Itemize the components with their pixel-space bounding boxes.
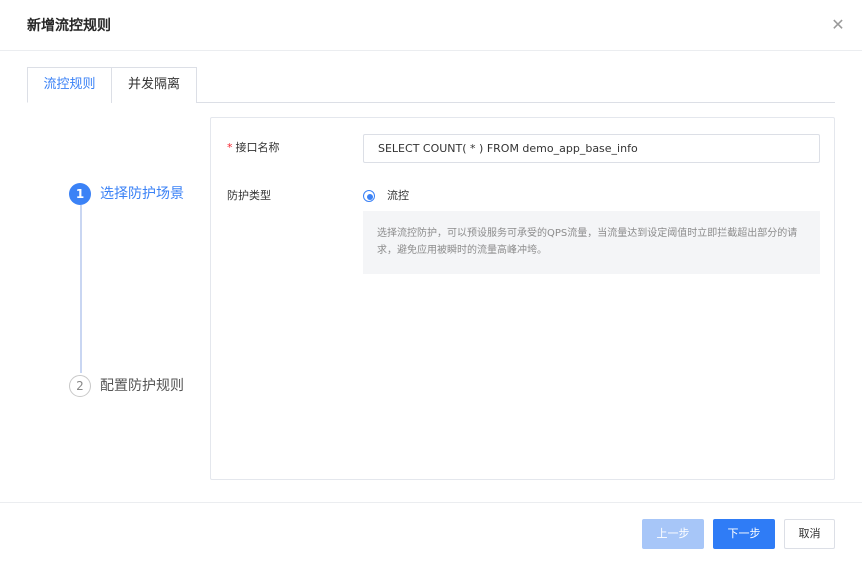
step-label: 配置防护规则 [100, 378, 184, 394]
protection-description: 选择流控防护，可以预设服务可承受的QPS流量，当流量达到设定阈值时立即拦截超出部… [363, 211, 820, 274]
interface-name-input[interactable]: SELECT COUNT( * ) FROM demo_app_base_inf… [363, 134, 820, 163]
close-icon[interactable]: ✕ [830, 16, 846, 34]
step-number-badge: 2 [69, 375, 91, 397]
add-flow-rule-dialog: 新增流控规则 ✕ 流控规则 并发隔离 1 选择防护场景 2 配置防护规则 * 接口… [0, 0, 862, 563]
dialog-title: 新增流控规则 [27, 18, 111, 34]
next-step-button[interactable]: 下一步 [713, 519, 775, 549]
required-mark: * [227, 141, 233, 154]
step-number-badge: 1 [69, 183, 91, 205]
tab-flow-rule[interactable]: 流控规则 [27, 67, 112, 103]
flow-control-radio-label[interactable]: 流控 [387, 189, 409, 203]
flow-control-radio[interactable] [363, 190, 375, 202]
step-connector-line [80, 205, 82, 373]
tab-concurrency-isolation[interactable]: 并发隔离 [111, 67, 197, 103]
interface-name-label: * 接口名称 [227, 141, 280, 154]
dialog-header: 新增流控规则 ✕ [0, 0, 862, 51]
protection-type-label: 防护类型 [227, 189, 271, 202]
dialog-footer: 上一步 下一步 取消 [0, 502, 862, 563]
prev-step-button[interactable]: 上一步 [642, 519, 704, 549]
radio-selected-dot [367, 194, 373, 200]
form-panel: * 接口名称 SELECT COUNT( * ) FROM demo_app_ba… [210, 117, 835, 480]
cancel-button[interactable]: 取消 [784, 519, 835, 549]
step-label: 选择防护场景 [100, 186, 184, 202]
tab-bar: 流控规则 并发隔离 [27, 67, 835, 103]
